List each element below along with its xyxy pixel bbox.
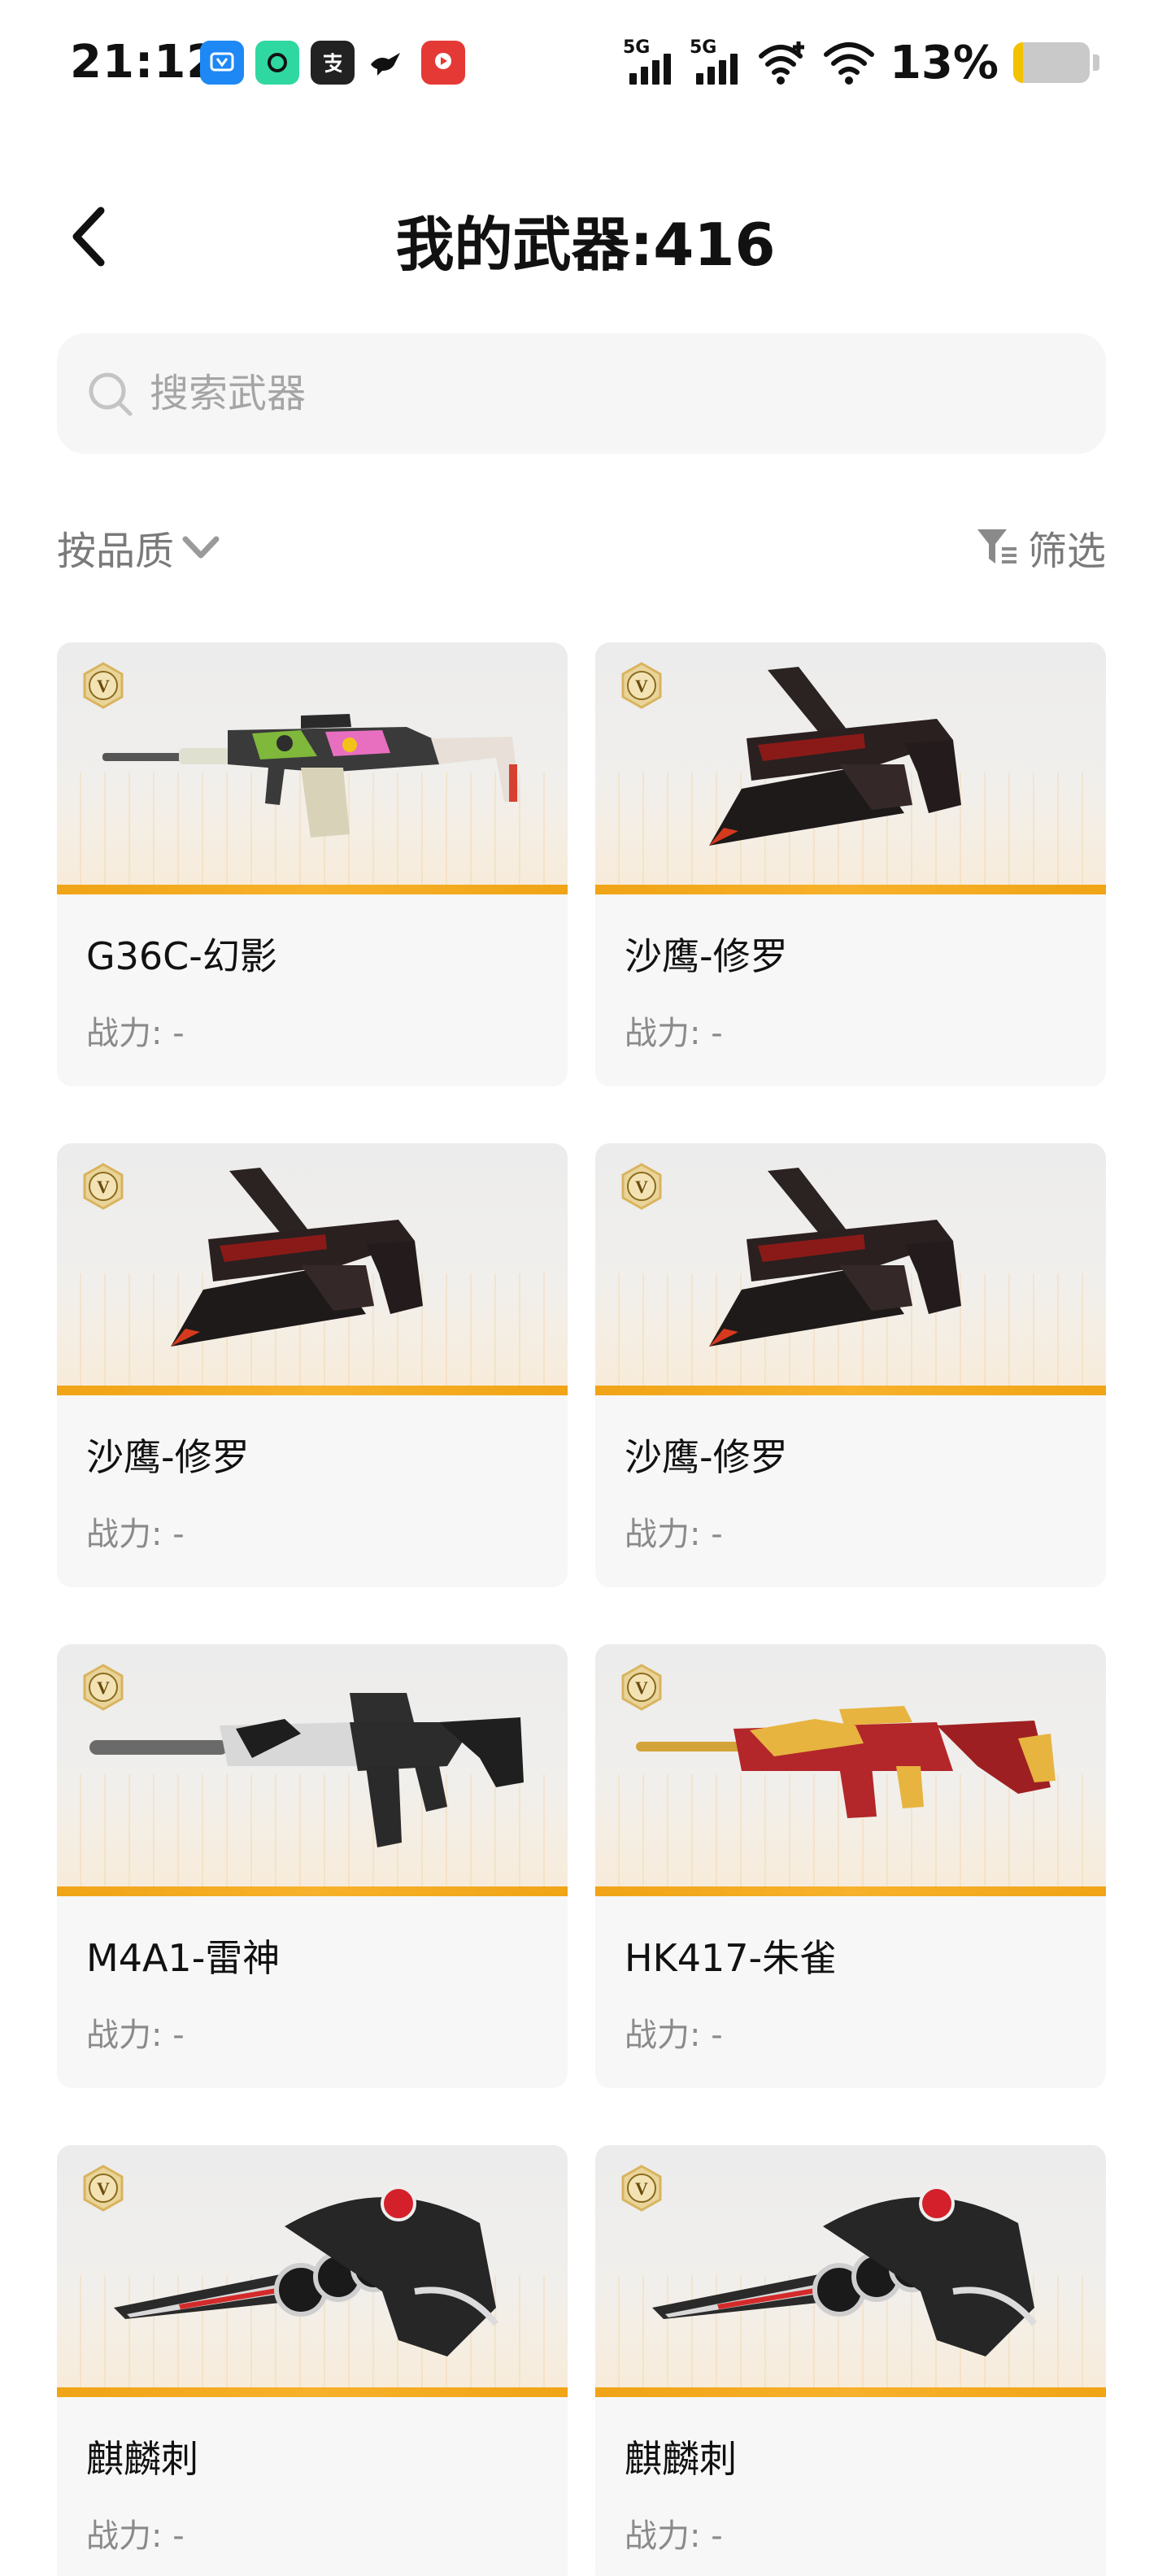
weapon-card[interactable]: V G36C-幻影 战力: - (57, 642, 568, 1086)
sort-label: 按品质 (57, 529, 175, 574)
wifi-icon (823, 42, 874, 85)
weapon-power: 战力: - (86, 1516, 185, 1553)
weapon-rifle-camo (102, 714, 520, 838)
status-right: 5G 5G 13% (623, 34, 1099, 91)
video-app-icon (421, 41, 465, 85)
svg-text:V: V (635, 2178, 648, 2199)
weapon-image: V (595, 1644, 1106, 1896)
weapon-power: 战力: - (625, 2017, 723, 2054)
weapon-name: M4A1-雷神 (86, 1936, 281, 1980)
filter-label: 筛选 (1027, 529, 1106, 574)
vip-badge-icon: V (621, 2165, 662, 2212)
weapon-power: 战力: - (625, 1516, 723, 1553)
svg-text:V: V (97, 676, 110, 696)
weapon-power: 战力: - (86, 2517, 185, 2555)
weapon-card[interactable]: V 沙鹰-修罗 战力: - (595, 642, 1106, 1086)
weapon-image: V (57, 1143, 568, 1395)
sort-filter-bar: 按品质 筛选 (57, 504, 1106, 585)
svg-text:V: V (97, 1177, 110, 1197)
weapon-name: 沙鹰-修罗 (625, 934, 788, 978)
search-icon (89, 372, 133, 416)
weapon-card[interactable]: V HK417-朱雀 战力: - (595, 1644, 1106, 2088)
vip-badge-icon: V (621, 1664, 662, 1711)
vip-badge-icon: V (83, 2165, 124, 2212)
svg-text:V: V (97, 2178, 110, 2199)
battery-icon (1013, 42, 1090, 83)
weapon-image: V (595, 1143, 1106, 1395)
header: 我的武器:416 (0, 163, 1171, 309)
weapon-image: V (595, 642, 1106, 894)
svg-text:V: V (635, 1177, 648, 1197)
weapon-power: 战力: - (86, 2017, 185, 2054)
weapon-power: 战力: - (625, 1015, 723, 1052)
weapon-grid: V G36C-幻影 战力: - V 沙鹰-修罗 战力: - V 沙鹰-修罗 战力… (57, 642, 1106, 2576)
weapon-name: 麒麟刺 (86, 2437, 198, 2481)
weapon-knuckle-blade (652, 2186, 1038, 2356)
weapon-card[interactable]: V 麒麟刺 战力: - (595, 2145, 1106, 2576)
weapon-pistol-blade (709, 1168, 961, 1347)
weapon-image: V (57, 642, 568, 894)
weapon-name: HK417-朱雀 (625, 1936, 838, 1980)
vip-badge-icon: V (621, 1163, 662, 1210)
filter-button[interactable]: 筛选 (974, 519, 1106, 576)
svg-text:V: V (97, 1677, 110, 1698)
status-bar: 21:12 5G 5G 13% (0, 0, 1171, 130)
weapon-card[interactable]: V M4A1-雷神 战力: - (57, 1644, 568, 2088)
weapon-name: 沙鹰-修罗 (86, 1435, 250, 1479)
weapon-rifle-silver (89, 1693, 524, 1847)
vip-app-icon (200, 41, 244, 85)
battery-percent: 13% (889, 36, 999, 89)
svg-text:V: V (635, 676, 648, 696)
notification-icons (200, 41, 465, 85)
vip-badge-icon: V (621, 662, 662, 709)
page-title: 我的武器:416 (395, 211, 776, 279)
weapon-card[interactable]: V 麒麟刺 战力: - (57, 2145, 568, 2576)
weapon-name: G36C-幻影 (86, 934, 277, 978)
signal-icon: 5G (690, 37, 742, 88)
weapon-name: 麒麟刺 (625, 2437, 737, 2481)
weapon-image: V (595, 2145, 1106, 2397)
weapon-card[interactable]: V 沙鹰-修罗 战力: - (595, 1143, 1106, 1587)
weapon-power: 战力: - (625, 2517, 723, 2555)
vip-badge-icon: V (83, 1163, 124, 1210)
vip-badge-icon: V (83, 662, 124, 709)
bird-app-icon (366, 41, 410, 85)
sort-by-quality-button[interactable]: 按品质 (57, 519, 221, 576)
weapon-pistol-blade (171, 1168, 423, 1347)
weapon-image: V (57, 1644, 568, 1896)
weapon-card[interactable]: V 沙鹰-修罗 战力: - (57, 1143, 568, 1587)
vip-badge-icon: V (83, 1664, 124, 1711)
signal-icon: 5G (623, 37, 675, 88)
filter-icon (977, 529, 1016, 564)
weapon-knuckle-blade (114, 2186, 499, 2356)
weapon-rifle-gold (636, 1706, 1056, 1818)
alipay-icon (311, 41, 355, 85)
weapon-pistol-blade (709, 667, 961, 846)
weapon-power: 战力: - (86, 1015, 185, 1052)
chevron-down-icon (182, 536, 220, 559)
weapon-image: V (57, 2145, 568, 2397)
wifi-plus-icon (758, 41, 804, 85)
search-input[interactable] (150, 371, 963, 416)
status-time: 21:12 (70, 36, 220, 89)
weapon-name: 沙鹰-修罗 (625, 1435, 788, 1479)
camera-app-icon (255, 41, 299, 85)
svg-text:V: V (635, 1677, 648, 1698)
search-bar[interactable] (57, 333, 1106, 454)
battery-tip (1093, 54, 1099, 71)
